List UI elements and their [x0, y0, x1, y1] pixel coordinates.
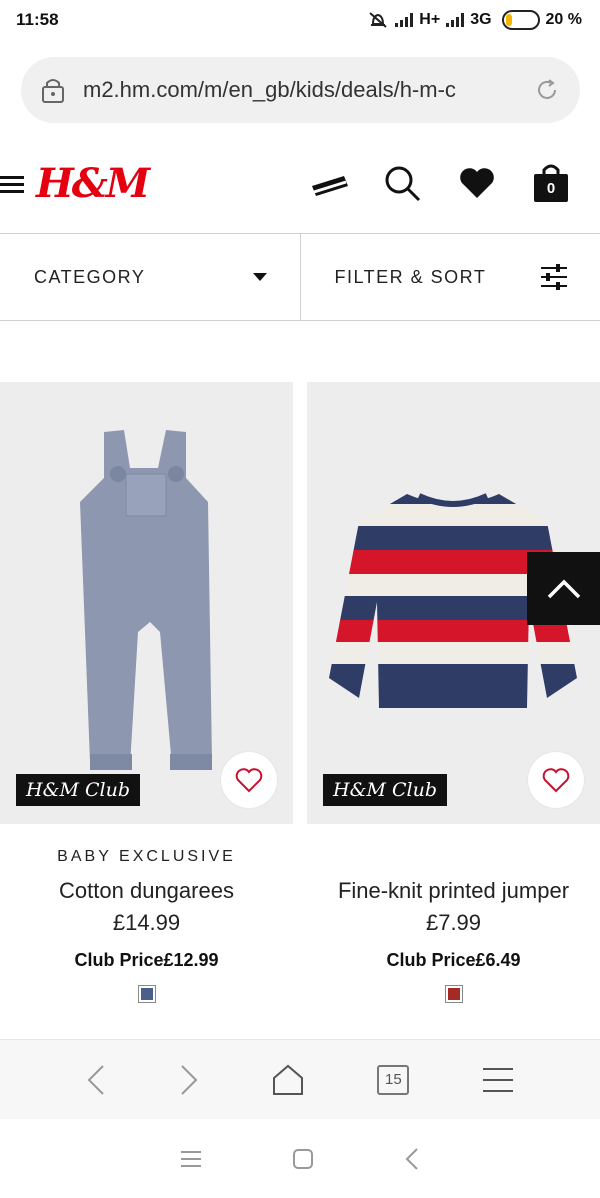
status-icons: H+ 3G 20 % [367, 10, 582, 30]
cart-count: 0 [546, 180, 556, 197]
network-b-label: 3G [470, 11, 492, 28]
heart-outline-icon [542, 768, 570, 793]
category-label: CATEGORY [34, 266, 146, 287]
color-swatch[interactable] [137, 985, 156, 1003]
lock-icon [42, 79, 64, 103]
product-price: £14.99 [112, 910, 181, 935]
chevron-up-icon [547, 579, 580, 598]
product-tag [307, 848, 600, 870]
product-name[interactable]: Fine-knit printed jumper [307, 878, 600, 904]
address-bar[interactable]: m2.hm.com/m/en_gb/kids/deals/h-m-c [21, 57, 580, 123]
battery-label: 20 % [545, 11, 582, 28]
product-card[interactable]: H&M Club BABY EXCLUSIVE Cotton dungarees… [0, 382, 293, 1003]
add-to-favorites-button[interactable] [221, 752, 277, 808]
filter-sort-button[interactable]: FILTER & SORT [299, 234, 600, 320]
back-arrow-icon[interactable] [86, 1064, 106, 1096]
club-price: Club Price£12.99 [74, 950, 219, 970]
browser-menu-icon[interactable] [482, 1066, 514, 1094]
heart-outline-icon [235, 768, 263, 793]
status-time: 11:58 [16, 10, 59, 29]
club-badge: H&M Club [323, 774, 447, 806]
sliders-icon [541, 264, 567, 290]
product-name[interactable]: Cotton dungarees [0, 878, 293, 904]
hm-logo[interactable]: H&M [36, 160, 150, 207]
favorites-heart-icon[interactable] [458, 166, 496, 200]
forward-arrow-icon[interactable] [179, 1064, 199, 1096]
product-info: BABY EXCLUSIVE Cotton dungarees £14.99 C… [0, 824, 293, 1003]
home-icon[interactable] [271, 1064, 305, 1096]
battery-icon [501, 10, 540, 30]
back-to-top-button[interactable] [527, 552, 600, 625]
url-text[interactable]: m2.hm.com/m/en_gb/kids/deals/h-m-c [83, 77, 503, 103]
product-tag: BABY EXCLUSIVE [57, 848, 236, 865]
color-swatch[interactable] [444, 985, 463, 1003]
search-icon[interactable] [383, 164, 423, 204]
product-card[interactable]: H&M Club Fine-knit printed jumper £7.99 … [307, 382, 600, 1003]
category-dropdown[interactable]: CATEGORY [0, 234, 300, 320]
membership-card-icon[interactable] [310, 172, 350, 202]
club-price: Club Price£6.49 [386, 950, 521, 970]
tabs-button[interactable]: 15 [377, 1064, 410, 1095]
recent-apps-icon[interactable] [180, 1149, 202, 1169]
back-button-icon[interactable] [404, 1147, 420, 1171]
cart-button[interactable]: 0 [531, 162, 571, 204]
browser-toolbar: 15 [0, 1039, 600, 1119]
caret-down-icon [252, 273, 267, 281]
product-price: £7.99 [425, 910, 482, 935]
club-badge: H&M Club [16, 774, 140, 806]
site-header: H&M 0 [0, 148, 600, 228]
product-image[interactable]: H&M Club [0, 382, 293, 824]
home-button-icon[interactable] [292, 1148, 314, 1170]
signal-icon [395, 13, 414, 27]
network-a-label: H+ [419, 11, 441, 28]
signal-icon-2 [446, 13, 465, 27]
status-bar: 11:58 H+ 3G 20 % [0, 0, 600, 40]
filter-sort-label: FILTER & SORT [334, 266, 487, 287]
system-navigation-bar [0, 1119, 600, 1198]
menu-icon[interactable] [0, 174, 26, 196]
alarm-off-icon [369, 12, 387, 28]
product-info: Fine-knit printed jumper £7.99 Club Pric… [307, 824, 600, 1003]
add-to-favorites-button[interactable] [528, 752, 584, 808]
reload-icon[interactable] [534, 77, 560, 103]
filter-bar: CATEGORY FILTER & SORT [0, 233, 600, 321]
